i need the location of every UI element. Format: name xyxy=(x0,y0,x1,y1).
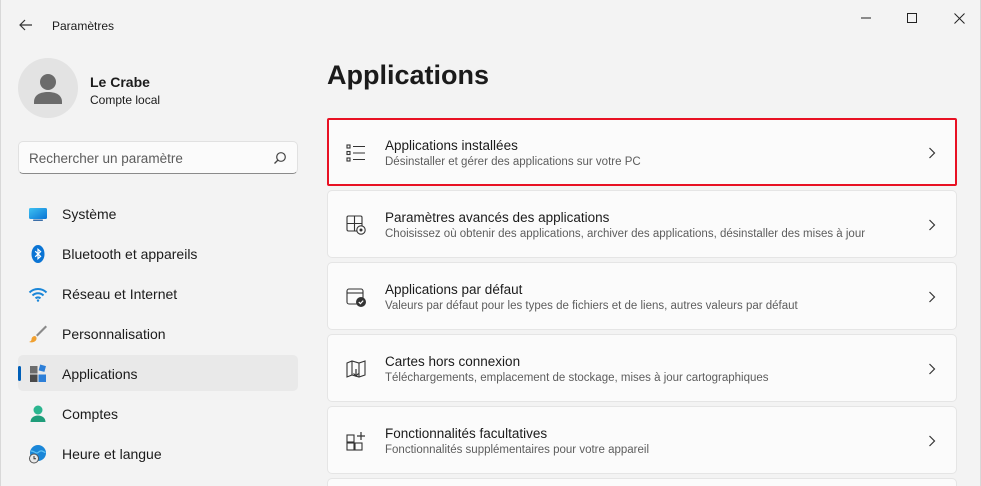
sidebar-item-personalization[interactable]: Personnalisation xyxy=(18,315,298,351)
chevron-right-icon xyxy=(929,435,936,447)
time-language-icon xyxy=(29,445,46,464)
system-icon xyxy=(29,208,47,221)
sidebar-item-label: Personnalisation xyxy=(62,326,166,342)
sidebar-item-label: Heure et langue xyxy=(62,446,162,462)
next-card-partial[interactable] xyxy=(327,478,957,486)
avatar[interactable] xyxy=(18,58,78,118)
sidebar-item-label: Réseau et Internet xyxy=(62,286,178,302)
chevron-right-icon xyxy=(929,147,936,159)
card-title: Cartes hors connexion xyxy=(385,354,521,369)
sidebar-nav: Système Bluetooth et appareils Réseau et… xyxy=(18,195,298,475)
wifi-icon xyxy=(28,288,48,302)
user-name: Le Crabe xyxy=(90,74,150,90)
sidebar-item-time-language[interactable]: Heure et langue xyxy=(18,435,298,471)
optional-features-card[interactable]: Fonctionnalités facultatives Fonctionnal… xyxy=(327,406,957,474)
sidebar-item-bluetooth[interactable]: Bluetooth et appareils xyxy=(18,235,298,271)
sidebar-item-label: Applications xyxy=(62,366,138,382)
sidebar-item-applications[interactable]: Applications xyxy=(18,355,298,391)
bluetooth-icon xyxy=(31,245,45,263)
advanced-app-settings-card[interactable]: Paramètres avancés des applications Choi… xyxy=(327,190,957,258)
sidebar-item-label: Bluetooth et appareils xyxy=(62,246,198,262)
default-apps-icon xyxy=(346,288,366,307)
brush-icon xyxy=(29,325,47,343)
card-title: Applications par défaut xyxy=(385,282,523,297)
card-title: Fonctionnalités facultatives xyxy=(385,426,548,441)
close-button[interactable] xyxy=(936,4,981,32)
sidebar-item-network[interactable]: Réseau et Internet xyxy=(18,275,298,311)
minimize-icon xyxy=(861,17,871,19)
search-icon[interactable] xyxy=(273,151,287,165)
installed-apps-card[interactable]: Applications installées Désinstaller et … xyxy=(327,118,957,186)
card-title: Paramètres avancés des applications xyxy=(385,210,610,225)
back-button[interactable] xyxy=(13,12,39,38)
search-box[interactable] xyxy=(18,141,298,174)
card-subtitle: Fonctionnalités supplémentaires pour vot… xyxy=(385,444,650,456)
close-icon xyxy=(953,12,965,24)
search-input[interactable] xyxy=(29,149,269,167)
card-subtitle: Choisissez où obtenir des applications, … xyxy=(385,228,866,240)
card-title: Applications installées xyxy=(385,138,518,153)
account-type: Compte local xyxy=(90,93,161,107)
default-apps-card[interactable]: Applications par défaut Valeurs par défa… xyxy=(327,262,957,330)
optional-features-icon xyxy=(346,432,365,451)
sidebar-item-label: Comptes xyxy=(62,406,119,422)
offline-maps-card[interactable]: Cartes hors connexion Téléchargements, e… xyxy=(327,334,957,402)
user-avatar-icon xyxy=(34,74,62,104)
selection-indicator xyxy=(18,366,21,381)
back-arrow-icon xyxy=(19,19,32,31)
card-subtitle: Désinstaller et gérer des applications s… xyxy=(385,156,641,168)
card-subtitle: Téléchargements, emplacement de stockage… xyxy=(385,372,769,384)
window-title: Paramètres xyxy=(52,19,115,33)
sidebar-item-accounts[interactable]: Comptes xyxy=(18,395,298,431)
chevron-right-icon xyxy=(929,291,936,303)
card-subtitle: Valeurs par défaut pour les types de fic… xyxy=(385,300,798,312)
account-icon xyxy=(30,405,46,422)
advanced-apps-icon xyxy=(346,215,366,235)
sidebar-item-label: Système xyxy=(62,206,117,222)
title-bar: Paramètres xyxy=(1,0,981,48)
apps-icon xyxy=(30,364,46,382)
settings-card-list: Applications installées Désinstaller et … xyxy=(327,118,957,486)
installed-apps-icon xyxy=(346,144,365,162)
offline-maps-icon xyxy=(346,360,366,378)
chevron-right-icon xyxy=(929,363,936,375)
page-title: Applications xyxy=(327,60,490,90)
chevron-right-icon xyxy=(929,219,936,231)
minimize-button[interactable] xyxy=(843,4,889,32)
maximize-icon xyxy=(907,13,917,23)
sidebar-item-system[interactable]: Système xyxy=(18,195,298,231)
maximize-button[interactable] xyxy=(889,4,935,32)
